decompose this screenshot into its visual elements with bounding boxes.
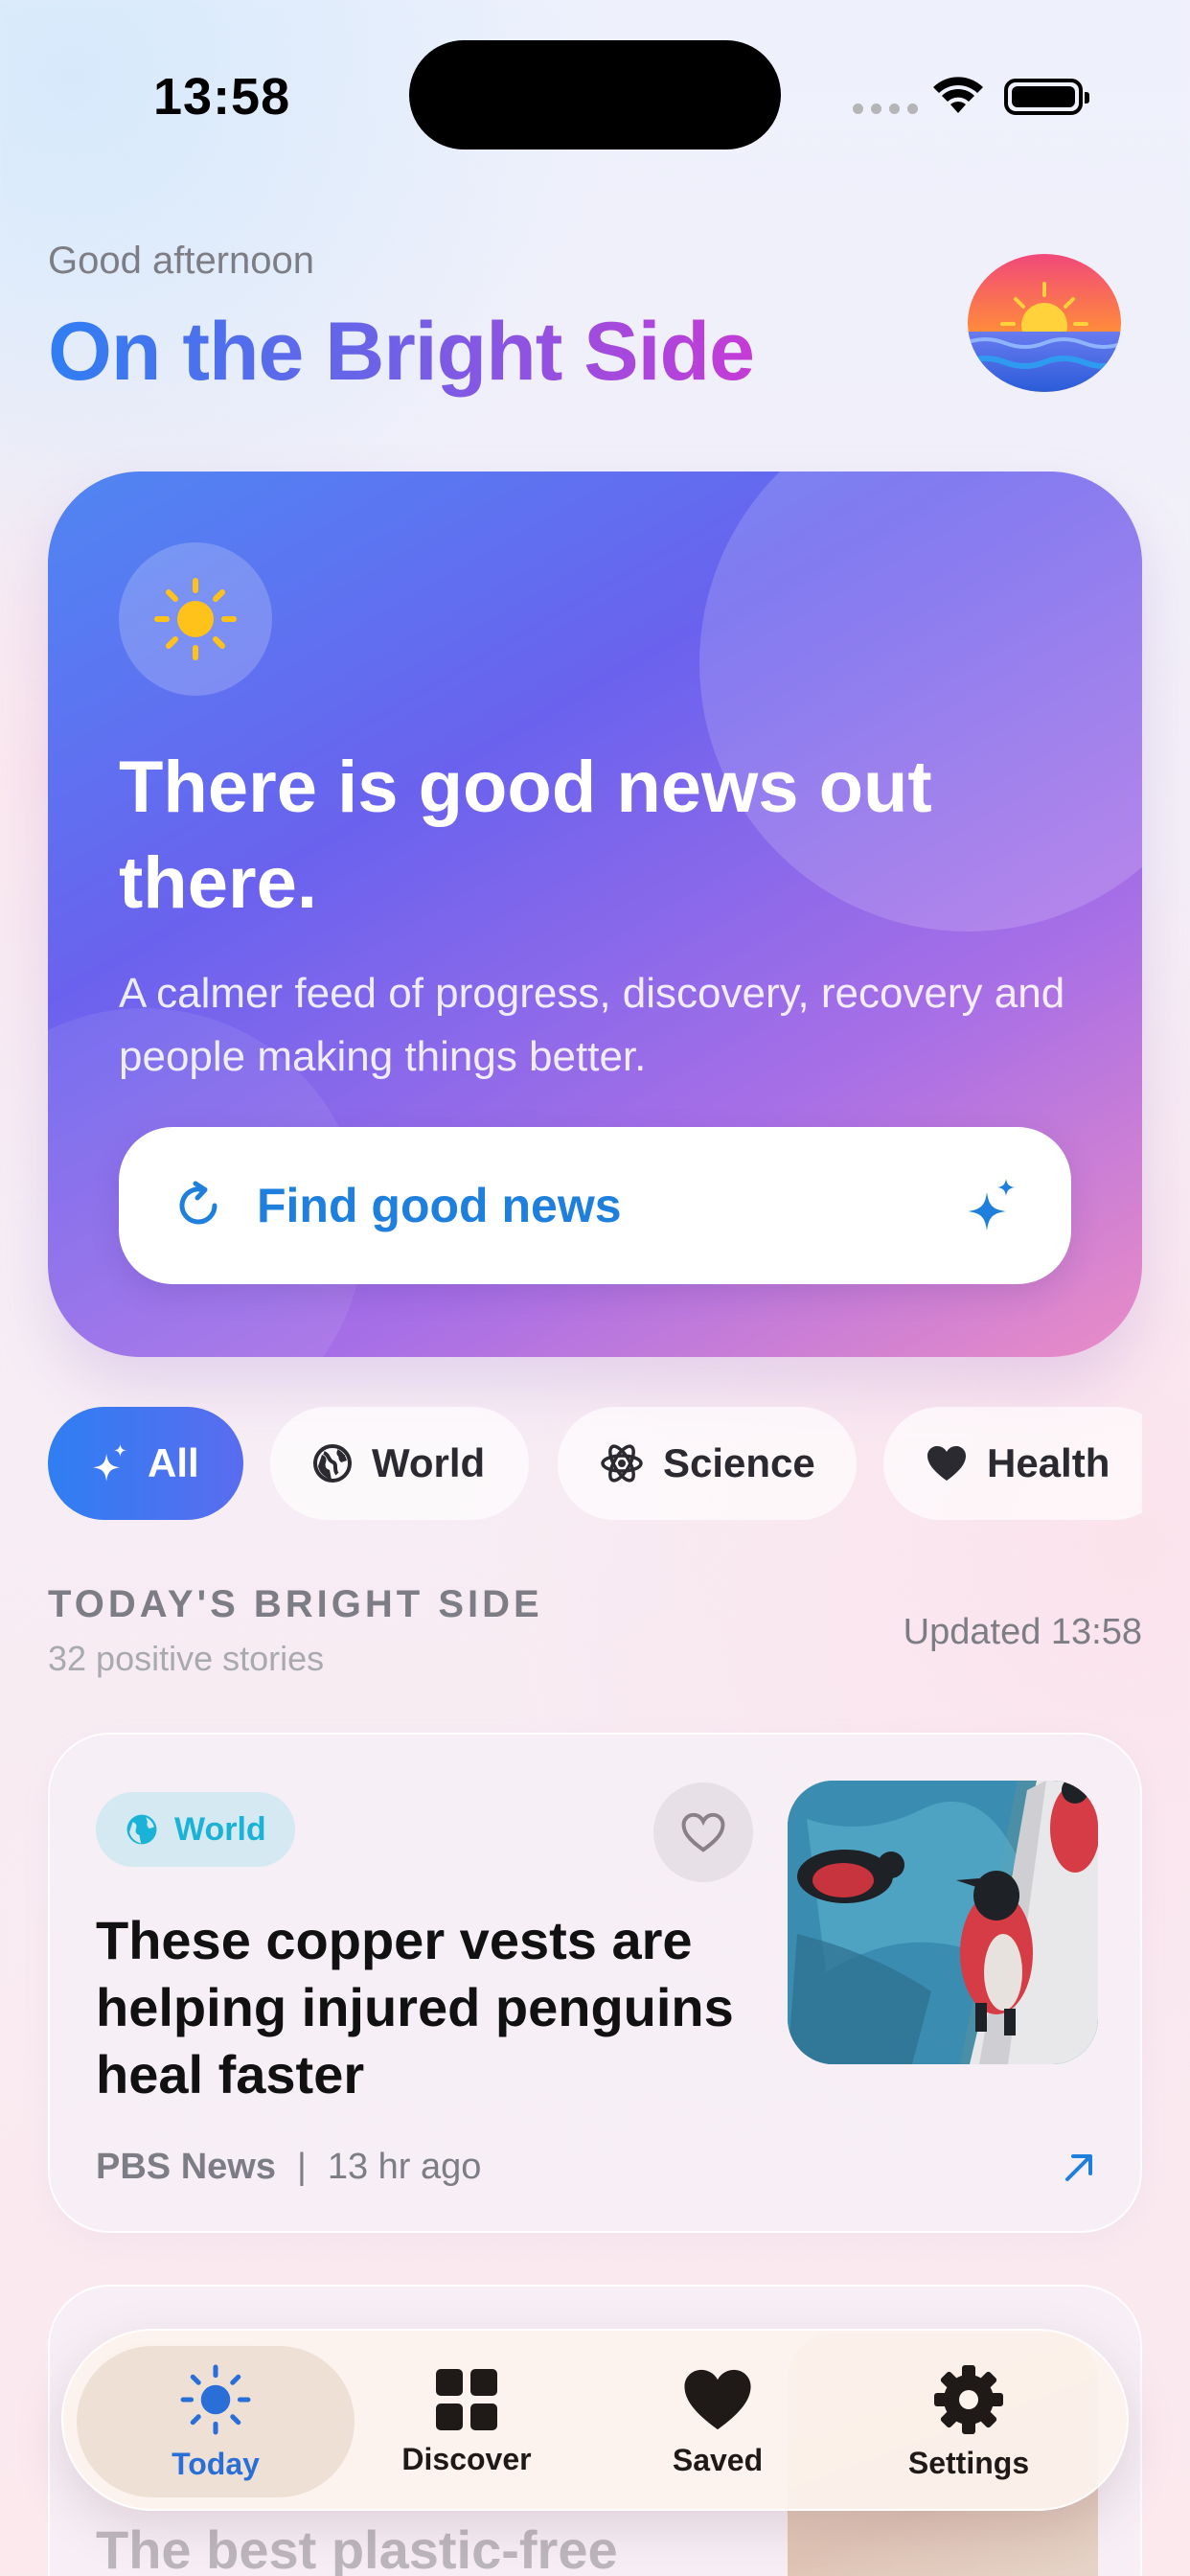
heart-icon: [684, 2369, 751, 2429]
grid-icon: [436, 2368, 497, 2430]
tab-discover[interactable]: Discover: [328, 2346, 606, 2497]
status-bar: 13:58: [0, 0, 1190, 192]
tab-label: Saved: [672, 2442, 764, 2477]
updated-time: Updated 13:58: [903, 1612, 1142, 1652]
tab-label: Discover: [401, 2441, 532, 2476]
filter-chip-label: All: [148, 1440, 199, 1485]
filter-chip-science[interactable]: Science: [558, 1407, 857, 1520]
hero-card: There is good news out there. A calmer f…: [48, 472, 1142, 1357]
tab-bar: Today Discover Saved Settings: [61, 2329, 1129, 2511]
globe-icon: [125, 1812, 159, 1847]
favorite-button[interactable]: [653, 1782, 753, 1882]
refresh-icon: [179, 1181, 217, 1225]
app-title: On the Bright Side: [48, 306, 755, 398]
cellular-icon: [853, 104, 918, 114]
tab-today[interactable]: Today: [77, 2346, 355, 2497]
story-source: PBS News: [96, 2147, 276, 2187]
filter-chip-health[interactable]: Health: [883, 1407, 1142, 1520]
story-title: The best plastic-free cutting boards: I …: [96, 2519, 618, 2576]
filter-chip-all[interactable]: All: [48, 1407, 243, 1520]
filter-chip-world[interactable]: World: [270, 1407, 529, 1520]
find-good-news-label: Find good news: [257, 1179, 622, 1232]
story-card[interactable]: World These copper vests are helping inj…: [48, 1733, 1142, 2233]
story-age: 13 hr ago: [327, 2147, 482, 2187]
story-meta: PBS News | 13 hr ago: [96, 2147, 481, 2188]
sun-badge: [119, 542, 272, 696]
tab-settings[interactable]: Settings: [830, 2346, 1108, 2497]
dynamic-island: [409, 40, 781, 150]
section-title: TODAY'S BRIGHT SIDE: [48, 1583, 543, 1625]
sunset-logo-icon[interactable]: [966, 251, 1123, 395]
tab-label: Settings: [907, 2445, 1030, 2480]
category-tag-label: World: [174, 1810, 266, 1848]
find-good-news-button[interactable]: Find good news: [119, 1127, 1071, 1284]
heart-outline-icon: [681, 1812, 725, 1852]
filter-chip-label: World: [372, 1440, 486, 1485]
sun-icon: [180, 2364, 251, 2434]
sparkles-icon: [968, 1179, 1015, 1230]
gear-icon: [934, 2364, 1003, 2434]
meta-separator: |: [296, 2147, 307, 2187]
globe-icon: [312, 1443, 353, 1484]
story-title: These copper vests are helping injured p…: [96, 1910, 734, 2104]
wifi-icon: [933, 77, 983, 113]
filter-chip-label: Science: [663, 1440, 815, 1485]
story-thumbnail: [788, 1781, 1098, 2064]
battery-icon: [1004, 79, 1089, 115]
greeting-text: Good afternoon: [48, 240, 314, 282]
sparkles-icon: [90, 1442, 128, 1484]
sun-icon: [154, 578, 237, 660]
category-tag: World: [96, 1792, 295, 1867]
heart-icon: [926, 1444, 968, 1483]
status-time: 13:58: [153, 68, 291, 126]
story-count: 32 positive stories: [48, 1639, 325, 1678]
external-link-icon[interactable]: [1062, 2150, 1096, 2185]
hero-subtitle: A calmer feed of progress, discovery, re…: [119, 970, 1065, 1080]
hero-title: There is good news out there.: [119, 747, 932, 924]
filter-chip-label: Health: [987, 1440, 1110, 1485]
tab-saved[interactable]: Saved: [579, 2346, 857, 2497]
atom-icon: [600, 1441, 644, 1485]
category-filter-bar: All World Science Health: [48, 1407, 1142, 1522]
tab-label: Today: [172, 2446, 260, 2481]
